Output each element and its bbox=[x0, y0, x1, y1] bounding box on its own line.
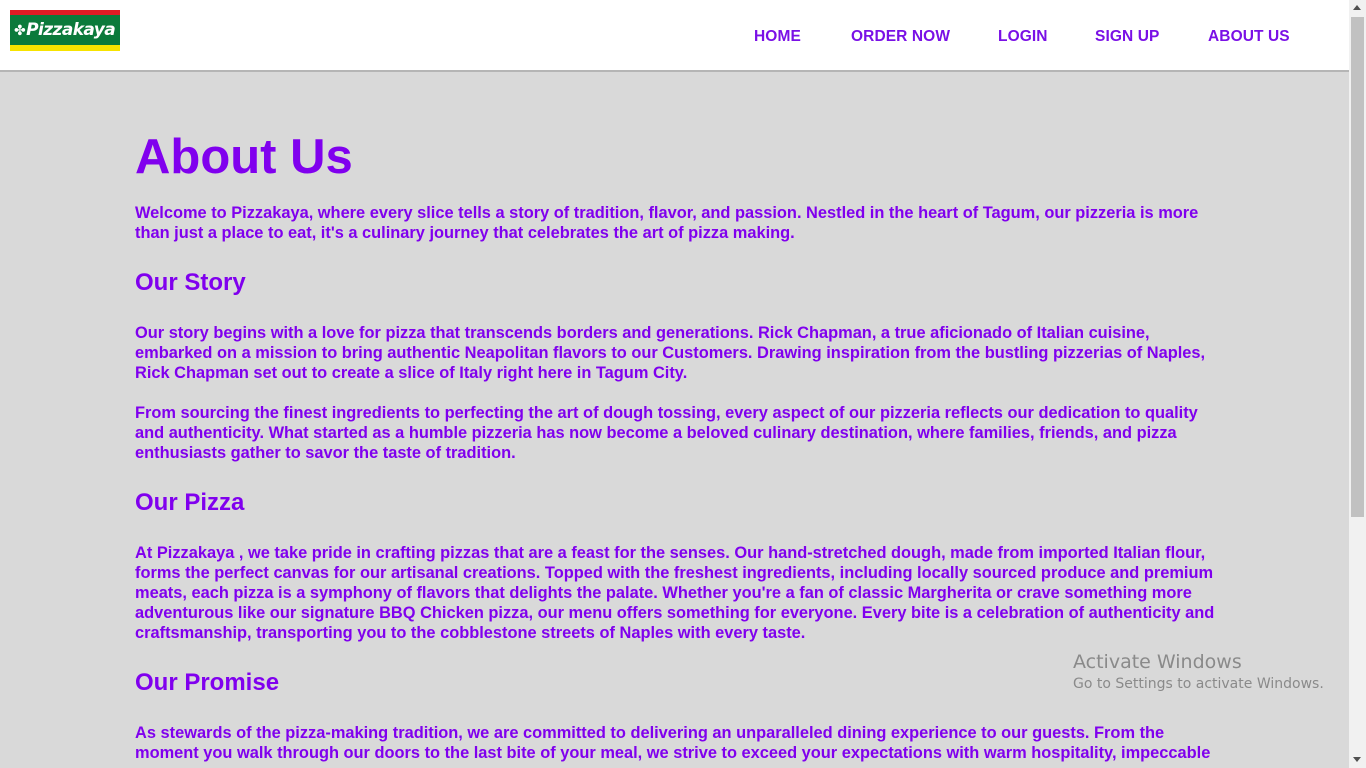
text-line: At Pizzakaya , we take pride in crafting… bbox=[135, 544, 1206, 562]
promise-paragraph: As stewards of the pizza-making traditio… bbox=[135, 723, 1211, 763]
our-pizza-heading: Our Pizza bbox=[135, 489, 245, 516]
nav-about-us-link[interactable]: ABOUT US bbox=[1208, 26, 1290, 48]
site-header: ✤Pizzakaya HOME ORDER NOW LOGIN SIGN UP … bbox=[0, 0, 1349, 72]
text-line: than just a place to eat, it's a culinar… bbox=[135, 224, 795, 242]
activate-windows-watermark: Activate Windows Go to Settings to activ… bbox=[1073, 650, 1324, 694]
nav-home-link[interactable]: HOME bbox=[754, 26, 801, 48]
text-line: Our story begins with a love for pizza t… bbox=[135, 324, 1150, 342]
our-promise-heading: Our Promise bbox=[135, 669, 280, 696]
watermark-title: Activate Windows bbox=[1073, 651, 1242, 673]
story-paragraph-2: From sourcing the finest ingredients to … bbox=[135, 403, 1205, 463]
our-story-heading: Our Story bbox=[135, 269, 246, 296]
text-line: From sourcing the finest ingredients to … bbox=[135, 404, 1198, 422]
watermark-subtitle: Go to Settings to activate Windows. bbox=[1073, 676, 1324, 692]
text-line: As stewards of the pizza-making traditio… bbox=[135, 724, 1165, 742]
nav-sign-up-link[interactable]: SIGN UP bbox=[1095, 26, 1159, 48]
pizza-paragraph: At Pizzakaya , we take pride in crafting… bbox=[135, 543, 1215, 643]
text-line: adventurous like our signature BBQ Chick… bbox=[135, 604, 1215, 622]
text-line: forms the perfect canvas for our artisan… bbox=[135, 564, 1214, 582]
text-line: Welcome to Pizzakaya, where every slice … bbox=[135, 204, 1199, 222]
text-line: meats, each pizza is a symphony of flavo… bbox=[135, 584, 1192, 602]
text-line: moment you walk through our doors to the… bbox=[135, 744, 1211, 762]
page-title: About Us bbox=[135, 130, 353, 184]
nav-order-now-link[interactable]: ORDER NOW bbox=[851, 26, 950, 48]
text-line: and authenticity. What started as a humb… bbox=[135, 424, 1177, 442]
intro-paragraph: Welcome to Pizzakaya, where every slice … bbox=[135, 203, 1205, 243]
scrollbar-thumb[interactable] bbox=[1351, 17, 1364, 517]
nav-login-link[interactable]: LOGIN bbox=[998, 26, 1048, 48]
text-line: enthusiasts gather to savor the taste of… bbox=[135, 444, 516, 462]
text-line: craftsmanship, transporting you to the c… bbox=[135, 624, 806, 642]
story-paragraph-1: Our story begins with a love for pizza t… bbox=[135, 323, 1205, 383]
scroll-up-arrow-icon[interactable] bbox=[1353, 5, 1361, 10]
scroll-down-arrow-icon[interactable] bbox=[1353, 757, 1361, 762]
text-line: Rick Chapman set out to create a slice o… bbox=[135, 364, 688, 382]
vertical-scrollbar[interactable] bbox=[1349, 0, 1366, 768]
text-line: embarked on a mission to bring authentic… bbox=[135, 344, 1206, 362]
main-nav: HOME ORDER NOW LOGIN SIGN UP ABOUT US bbox=[0, 26, 1349, 48]
